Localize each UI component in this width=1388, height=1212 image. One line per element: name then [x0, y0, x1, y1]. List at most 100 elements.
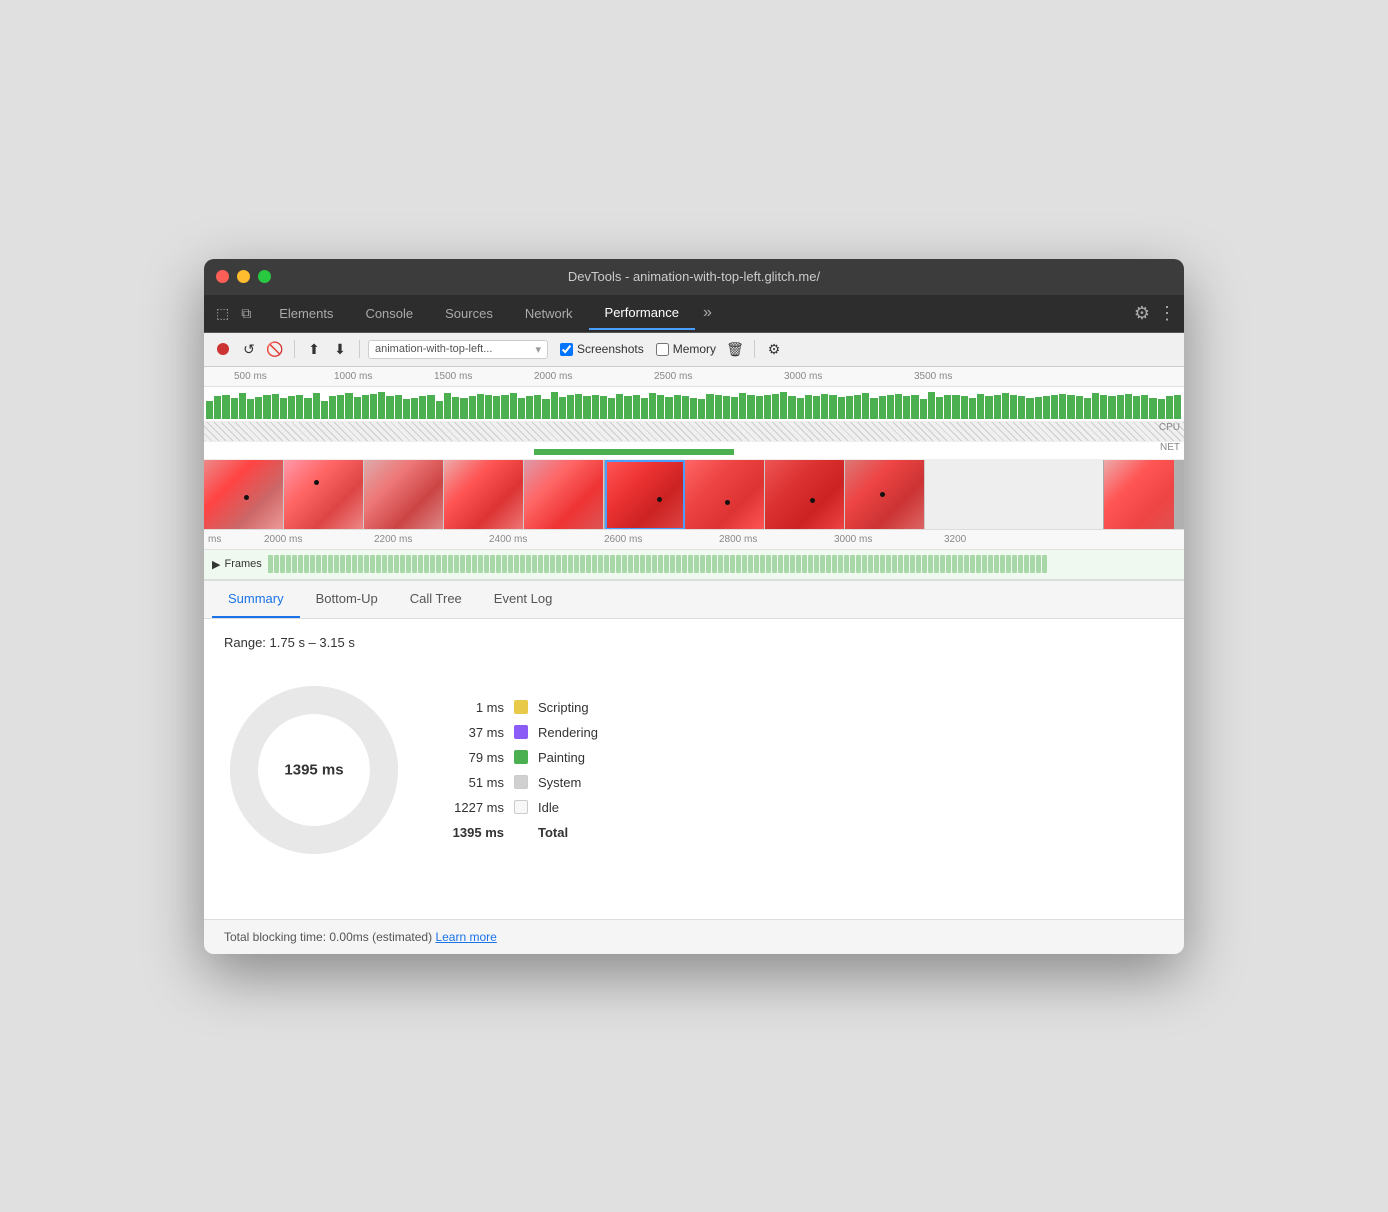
- bottom-bar: Total blocking time: 0.00ms (estimated) …: [204, 919, 1184, 954]
- frame-bar: [796, 555, 801, 573]
- fps-bar: [370, 394, 377, 419]
- net-bar-1: [534, 449, 734, 455]
- tab-event-log[interactable]: Event Log: [478, 581, 569, 618]
- frame-bar: [304, 555, 309, 573]
- maximize-button[interactable]: [258, 270, 271, 283]
- fps-bar: [378, 392, 385, 418]
- tab-sources[interactable]: Sources: [429, 298, 509, 329]
- screenshot-thumb-selected[interactable]: [765, 460, 845, 530]
- fps-bar: [321, 401, 328, 419]
- delete-recording-button[interactable]: 🗑: [724, 338, 746, 360]
- cpu-hatched: [204, 422, 1184, 441]
- capture-settings-button[interactable]: ⚙: [763, 338, 785, 360]
- frame-bar: [1018, 555, 1023, 573]
- frame-bar: [670, 555, 675, 573]
- memory-checkbox[interactable]: [656, 343, 669, 356]
- timeline-scrollbar[interactable]: [1174, 460, 1184, 529]
- fps-bar: [887, 395, 894, 418]
- screenshot-thumb-selected[interactable]: [605, 460, 685, 530]
- scrollbar-thumb[interactable]: [1174, 460, 1184, 529]
- screenshot-thumb[interactable]: [364, 460, 444, 530]
- frame-bar: [922, 555, 927, 573]
- fps-bar: [518, 398, 525, 419]
- tab-performance[interactable]: Performance: [589, 297, 695, 330]
- screenshot-thumb-selected[interactable]: [685, 460, 765, 530]
- legend-rendering: 37 ms Rendering: [444, 725, 664, 740]
- fps-bar: [403, 399, 410, 419]
- tick-1500ms: 1500 ms: [434, 371, 472, 382]
- fps-bar: [739, 393, 746, 419]
- screenshot-thumb[interactable]: [524, 460, 604, 530]
- minimize-button[interactable]: [237, 270, 250, 283]
- tab-console[interactable]: Console: [349, 298, 429, 329]
- fps-bar: [526, 396, 533, 419]
- fps-bar: [575, 394, 582, 419]
- fps-bar: [214, 396, 221, 419]
- frame-bar: [466, 555, 471, 573]
- more-options-icon[interactable]: ⋮: [1158, 303, 1176, 324]
- frames-expand-icon[interactable]: ▶: [212, 558, 220, 571]
- screenshot-thumb[interactable]: [1104, 460, 1184, 530]
- idle-value: 1227 ms: [444, 800, 504, 815]
- fps-bar: [583, 396, 590, 419]
- tick-3200ms: 3200: [944, 534, 966, 545]
- fps-bar: [559, 397, 566, 419]
- frame-bar: [844, 555, 849, 573]
- download-button[interactable]: ⬇: [329, 338, 351, 360]
- tab-network[interactable]: Network: [509, 298, 589, 329]
- fps-bar: [1174, 395, 1181, 419]
- frame-bar: [868, 555, 873, 573]
- timeline-container: 500 ms 1000 ms 1500 ms 2000 ms 2500 ms 3…: [204, 367, 1184, 581]
- frame-bar: [808, 555, 813, 573]
- screenshot-thumb-selected[interactable]: [845, 460, 925, 530]
- frame-bar: [436, 555, 441, 573]
- fps-bar: [698, 399, 705, 419]
- fps-bar: [797, 398, 804, 419]
- screenshot-thumb[interactable]: [444, 460, 524, 530]
- frame-bar: [340, 555, 345, 573]
- frame-bar: [526, 555, 531, 573]
- more-tabs-button[interactable]: »: [695, 300, 720, 326]
- fps-bar: [419, 396, 426, 419]
- tab-bottom-up[interactable]: Bottom-Up: [300, 581, 394, 618]
- frame-bar: [778, 555, 783, 573]
- url-dropdown-icon[interactable]: ▾: [535, 343, 541, 356]
- tab-elements[interactable]: Elements: [263, 298, 349, 329]
- fps-bar: [706, 394, 713, 419]
- reload-button[interactable]: ↺: [238, 338, 260, 360]
- clear-button[interactable]: 🚫: [264, 338, 286, 360]
- frame-bars-container: [268, 555, 1176, 573]
- frame-bar: [370, 555, 375, 573]
- tick-500ms: 500 ms: [234, 371, 267, 382]
- url-input[interactable]: animation-with-top-left... ▾: [368, 340, 548, 359]
- record-button[interactable]: [212, 338, 234, 360]
- frame-bar: [352, 555, 357, 573]
- fps-bar: [1002, 393, 1009, 418]
- fps-bar: [1035, 397, 1042, 419]
- frame-bar: [880, 555, 885, 573]
- frame-bar: [358, 555, 363, 573]
- screenshot-thumb[interactable]: [204, 460, 284, 530]
- screenshots-checkbox[interactable]: [560, 343, 573, 356]
- divider-3: [754, 340, 755, 358]
- fps-bar: [1067, 395, 1074, 418]
- frame-bar: [616, 555, 621, 573]
- cpu-label: CPU: [1159, 422, 1180, 433]
- fps-row: FPS: [204, 387, 1184, 422]
- fps-bar: [1125, 394, 1132, 419]
- fps-bar: [862, 393, 869, 419]
- system-value: 51 ms: [444, 775, 504, 790]
- cursor-icon[interactable]: ⬚: [212, 301, 233, 326]
- settings-icon[interactable]: ⚙: [1134, 303, 1150, 324]
- thumb-dot: [810, 498, 815, 503]
- fps-bar: [592, 395, 599, 419]
- panel-icon[interactable]: ⧉: [237, 301, 255, 326]
- screenshot-thumb[interactable]: [284, 460, 364, 530]
- learn-more-link[interactable]: Learn more: [435, 930, 496, 944]
- rendering-value: 37 ms: [444, 725, 504, 740]
- fps-bar: [985, 396, 992, 419]
- upload-button[interactable]: ⬆: [303, 338, 325, 360]
- tab-summary[interactable]: Summary: [212, 581, 300, 618]
- close-button[interactable]: [216, 270, 229, 283]
- tab-call-tree[interactable]: Call Tree: [394, 581, 478, 618]
